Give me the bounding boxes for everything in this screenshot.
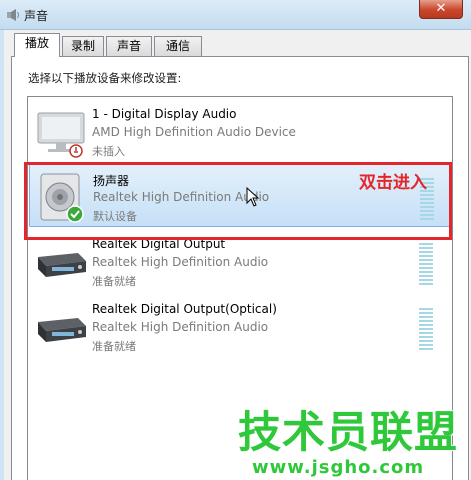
close-button[interactable]: ✕ xyxy=(419,0,463,19)
monitor-icon xyxy=(37,112,85,158)
device-name: 1 - Digital Display Audio xyxy=(92,107,237,121)
device-description: Realtek High Definition Audio xyxy=(92,255,269,269)
tab-communications[interactable]: 通信 xyxy=(154,36,202,56)
title-bar[interactable]: 声音 ✕ xyxy=(0,0,471,30)
tab-playback[interactable]: 播放 xyxy=(14,33,60,57)
annotation-label: 双击进入 xyxy=(359,173,427,193)
digital-output-icon xyxy=(38,253,86,277)
mouse-cursor-icon xyxy=(246,187,260,207)
device-status: 准备就绪 xyxy=(92,275,136,288)
device-name: Realtek Digital Output(Optical) xyxy=(92,302,277,316)
device-description: AMD High Definition Audio Device xyxy=(92,125,296,139)
window-title: 声音 xyxy=(24,9,49,23)
tab-recording[interactable]: 录制 xyxy=(62,36,104,56)
device-status: 未插入 xyxy=(92,145,125,158)
watermark-text: 技术员联盟 xyxy=(238,408,458,458)
watermark-url: www.jsgho.com xyxy=(252,457,425,478)
device-status: 准备就绪 xyxy=(92,340,136,353)
speaker-app-icon xyxy=(7,9,19,21)
list-item-digital-display-audio[interactable]: 1 - Digital Display Audio AMD High Defin… xyxy=(29,99,451,163)
list-item-realtek-digital-output-optical[interactable]: Realtek Digital Output(Optical) Realtek … xyxy=(29,294,451,358)
instruction-text: 选择以下播放设备来修改设置: xyxy=(28,71,182,85)
tab-sounds[interactable]: 声音 xyxy=(106,36,152,56)
device-description: Realtek High Definition Audio xyxy=(92,320,269,334)
volume-meter xyxy=(419,243,433,287)
volume-meter xyxy=(419,308,433,352)
digital-output-icon xyxy=(38,318,86,342)
